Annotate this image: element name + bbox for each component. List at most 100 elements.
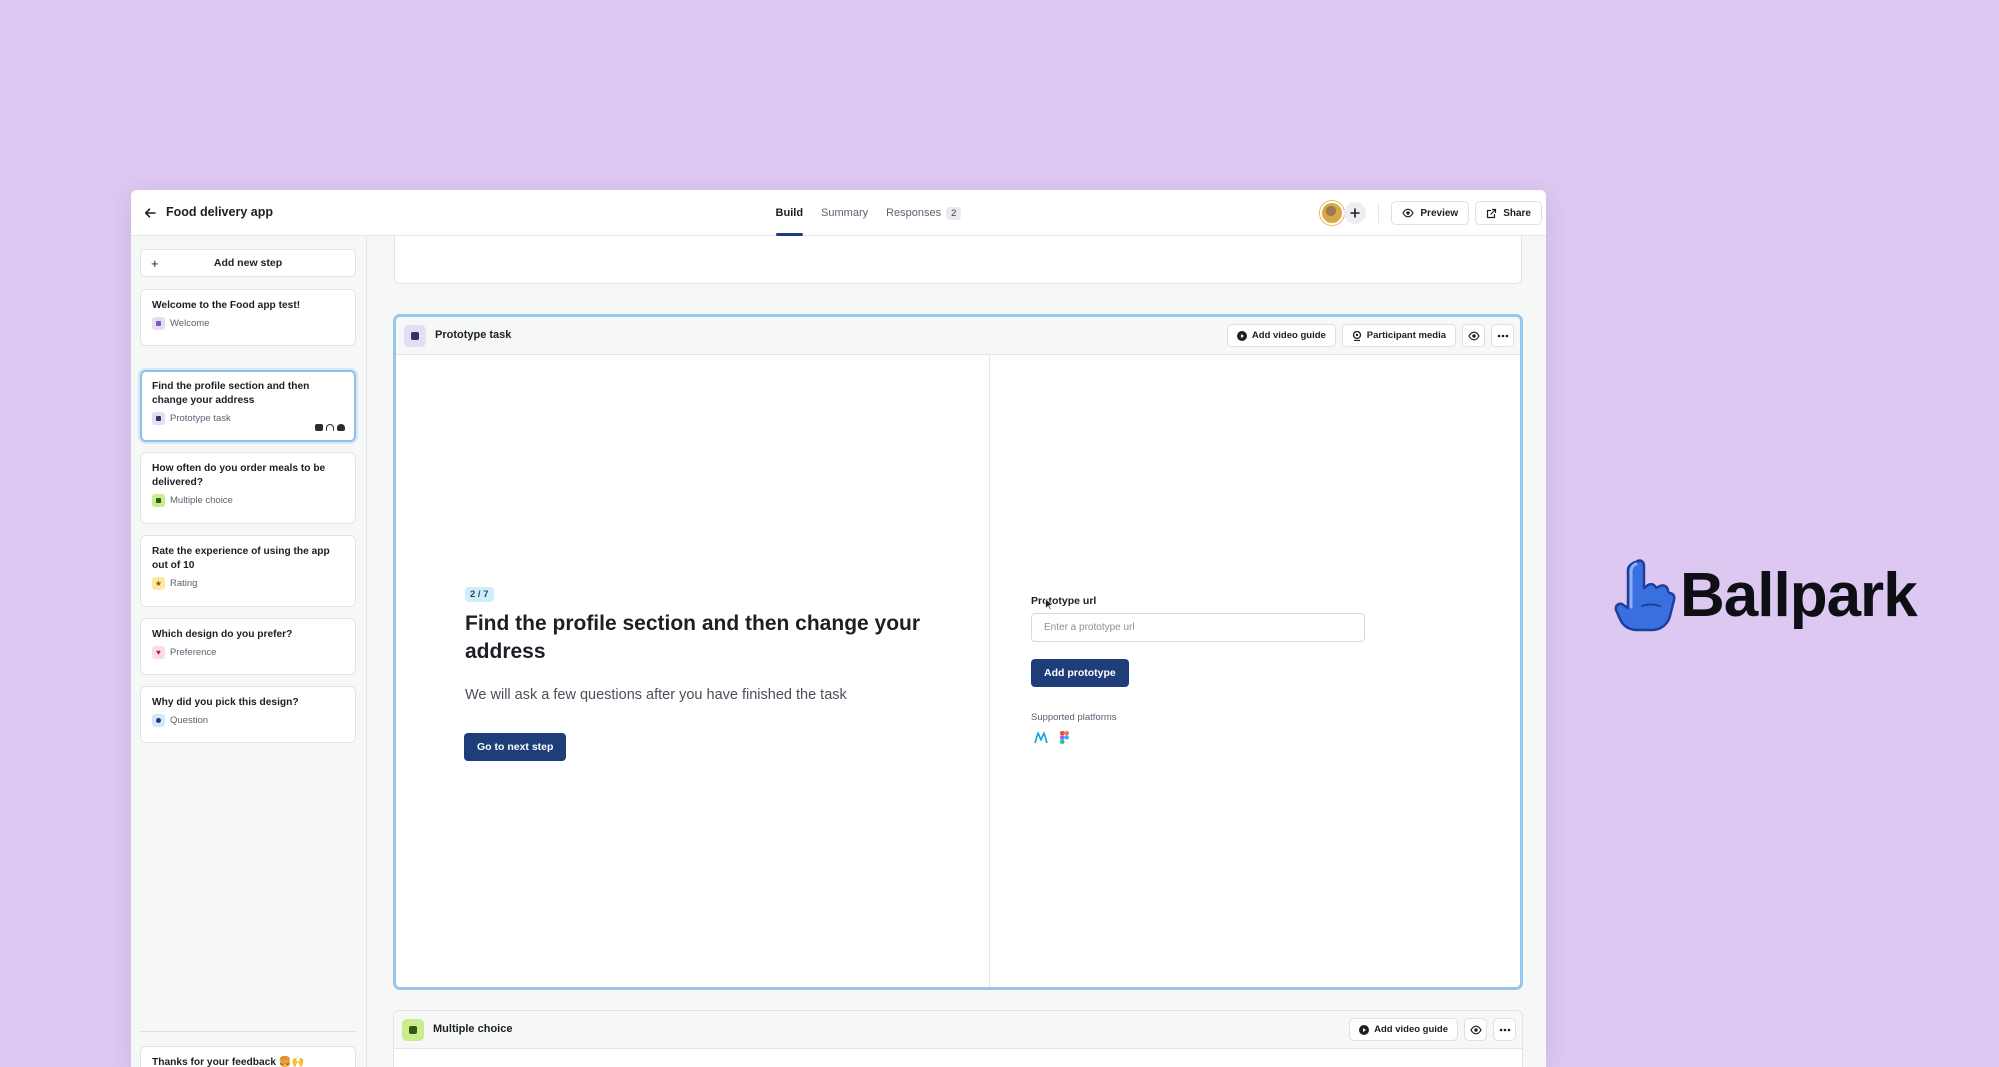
step-type-label: Preference [170,647,217,658]
more-options-button[interactable] [1493,1018,1516,1041]
prototype-url-input[interactable] [1031,613,1365,642]
go-to-next-step-label: Go to next step [477,741,554,753]
step-card-preference[interactable]: Which design do you prefer? ♥ Preference [140,618,356,675]
star-icon: ★ [152,577,165,590]
multiple-choice-card[interactable]: Multiple choice Add video guide [393,1010,1523,1067]
share-button[interactable]: Share [1475,201,1542,225]
step-title: Welcome to the Food app test! [152,300,301,311]
go-to-next-step-button[interactable]: Go to next step [464,733,567,761]
step-title: Rate the experience of using the app out… [152,546,330,571]
preview-label: Preview [1420,207,1459,219]
prototype-icon [404,325,426,347]
divider [1378,203,1380,223]
ballpark-logo: Ballpark [1614,558,1918,632]
play-circle-icon [1236,330,1247,341]
foam-finger-icon [1614,559,1676,632]
step-title: How often do you order meals to be deliv… [152,463,326,488]
step-card-welcome[interactable]: Welcome to the Food app test! Welcome [140,289,356,346]
multiple-choice-icon [152,494,165,507]
tab-build[interactable]: Build [775,190,804,236]
add-prototype-button[interactable]: Add prototype [1031,659,1129,687]
more-horizontal-icon [1499,1028,1510,1031]
headphones-icon [326,424,334,431]
step-type-label: Question [170,715,209,726]
steps-sidebar: + Add new step Welcome to the Food app t… [131,236,367,1067]
card-actions: Add video guide Participant media [1226,324,1514,347]
task-heading[interactable]: Find the profile section and then change… [465,610,925,666]
step-type: Welcome [152,317,344,330]
mouse-cursor-icon [1045,598,1053,610]
step-counter: 2 / 7 [465,587,494,602]
step-title: Which design do you prefer? [152,629,293,640]
more-horizontal-icon [1497,334,1508,337]
step-type-label: Multiple choice [170,495,233,506]
add-video-guide-label: Add video guide [1251,330,1326,341]
step-card-rating[interactable]: Rate the experience of using the app out… [140,535,356,607]
add-video-guide-button[interactable]: Add video guide [1349,1018,1458,1041]
step-type: ♥ Preference [152,646,344,659]
step-type: Multiple choice [152,494,344,507]
preview-step-button[interactable] [1462,324,1485,347]
step-title: Thanks for your feedback 🍔🙌 [152,1057,305,1067]
add-collaborator-button[interactable] [1344,202,1367,224]
preview-step-button[interactable] [1464,1018,1487,1041]
question-icon [152,714,165,727]
more-options-button[interactable] [1491,324,1514,347]
top-bar: Food delivery app Build Summary Response… [131,190,1546,236]
step-title: Why did you pick this design? [152,697,299,708]
step-title: Find the profile section and then change… [152,381,310,406]
step-card-question[interactable]: Why did you pick this design? Question [140,686,356,743]
add-step-label: Add new step [213,257,283,269]
card-header: Multiple choice Add video guide [394,1011,1522,1049]
add-new-step-button[interactable]: + Add new step [140,249,356,277]
welcome-icon [152,317,165,330]
step-card-prototype-task[interactable]: Find the profile section and then change… [140,370,356,442]
step-type-label: Prototype task [170,413,231,424]
card-header: Prototype task Add video guide Participa… [396,317,1520,355]
tab-summary[interactable]: Summary [821,190,868,236]
previous-step-card[interactable] [394,236,1522,284]
preview-button[interactable]: Preview [1391,201,1470,225]
card-type-label: Prototype task [435,329,512,341]
step-type: ★ Rating [152,577,344,590]
tab-build-label: Build [775,207,804,219]
card-type-label: Multiple choice [433,1023,513,1035]
prototype-task-card[interactable]: Prototype task Add video guide Participa… [393,314,1523,990]
media-indicators [315,424,345,431]
supported-platforms-list [1034,731,1069,744]
step-card-exit[interactable]: Thanks for your feedback 🍔🙌 Exit [140,1046,356,1067]
tab-responses-label: Responses [886,207,942,219]
builder-canvas: Prototype task Add video guide Participa… [368,236,1546,1067]
step-card-multiple-choice[interactable]: How often do you order meals to be deliv… [140,452,356,524]
share-label: Share [1503,207,1531,219]
share-icon [1487,208,1497,218]
add-video-guide-label: Add video guide [1374,1024,1448,1035]
app-window: Food delivery app Build Summary Response… [131,190,1546,1067]
webcam-icon [1352,330,1361,341]
heart-icon: ♥ [152,646,165,659]
participant-media-label: Participant media [1366,330,1446,341]
screen-icon [315,424,323,431]
prototype-icon [152,412,165,425]
avatar[interactable] [1320,201,1345,225]
webcam-icon [337,424,345,431]
card-split-divider [989,355,990,987]
brand-name: Ballpark [1680,560,1918,630]
marvel-icon [1034,731,1048,743]
step-type-label: Welcome [170,318,210,329]
supported-platforms-label: Supported platforms [1031,712,1117,723]
eye-icon [1402,208,1415,218]
play-circle-icon [1359,1024,1370,1035]
tab-responses[interactable]: Responses 2 [886,190,962,236]
topbar-actions: Preview Share [1320,201,1542,225]
prototype-url-label: Prototype url [1031,595,1097,607]
card-actions: Add video guide [1349,1018,1516,1041]
add-video-guide-button[interactable]: Add video guide [1226,324,1336,347]
eye-icon [1469,1025,1482,1034]
eye-icon [1467,331,1480,340]
task-subtext[interactable]: We will ask a few questions after you ha… [465,687,847,703]
step-type: Question [152,714,344,727]
participant-media-button[interactable]: Participant media [1341,324,1456,347]
plus-icon [1350,208,1361,218]
sidebar-divider [140,1031,356,1032]
